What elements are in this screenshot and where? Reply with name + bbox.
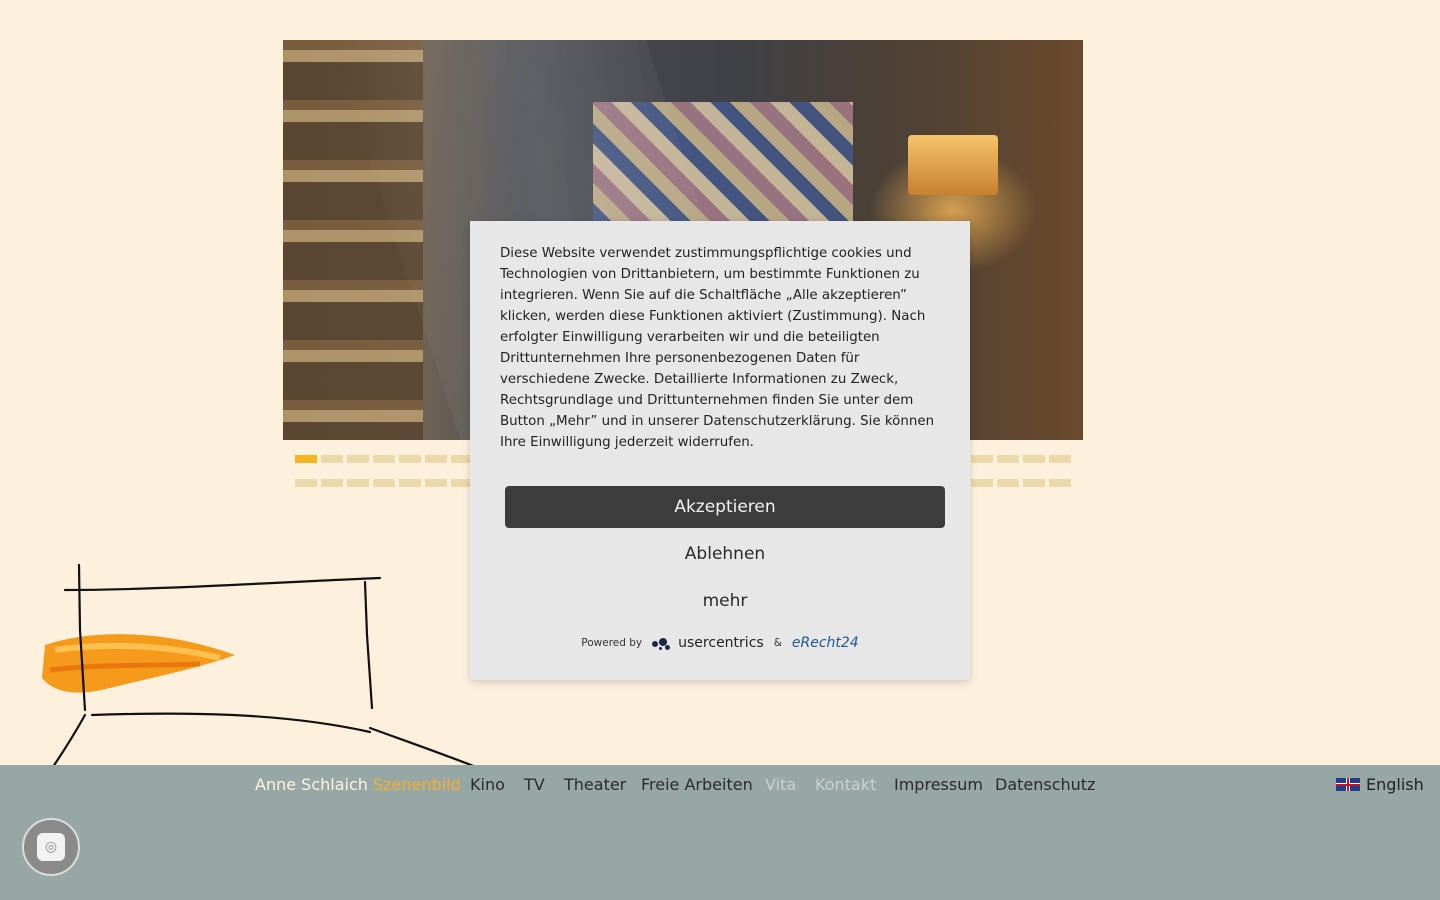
brand-accent: Szenenbild xyxy=(372,775,461,794)
slider-dot[interactable] xyxy=(321,479,343,487)
site-brand[interactable]: Anne Schlaich Szenenbild xyxy=(255,775,461,794)
nav-tv[interactable]: TV xyxy=(524,775,545,794)
slider-dot[interactable] xyxy=(971,479,993,487)
slider-dot[interactable] xyxy=(1023,479,1045,487)
brand-name: Anne Schlaich xyxy=(255,775,368,794)
powered-by-label: Powered by xyxy=(581,637,643,649)
slider-dot[interactable] xyxy=(1049,479,1071,487)
usercentrics-label: usercentrics xyxy=(678,635,764,651)
slider-dot[interactable] xyxy=(347,455,369,463)
nav-vita[interactable]: Vita xyxy=(765,775,796,794)
privacy-settings-button[interactable]: ◎ xyxy=(22,818,80,876)
slider-dot[interactable] xyxy=(295,479,317,487)
fingerprint-icon: ◎ xyxy=(37,833,65,861)
nav-freie-arbeiten[interactable]: Freie Arbeiten xyxy=(641,775,753,794)
nav-theater[interactable]: Theater xyxy=(564,775,626,794)
slider-dot[interactable] xyxy=(1023,455,1045,463)
slider-dot[interactable] xyxy=(997,479,1019,487)
slider-dot[interactable] xyxy=(425,455,447,463)
slider-dot[interactable] xyxy=(997,455,1019,463)
erecht24-logo[interactable]: eRecht24 xyxy=(792,635,859,651)
slider-dot[interactable] xyxy=(321,455,343,463)
slider-dot[interactable] xyxy=(373,455,395,463)
slider-dot[interactable] xyxy=(399,455,421,463)
usercentrics-dots-icon xyxy=(652,636,674,650)
nav-kontakt[interactable]: Kontakt xyxy=(815,775,876,794)
nav-datenschutz[interactable]: Datenschutz xyxy=(995,775,1095,794)
accept-button[interactable]: Akzeptieren xyxy=(505,486,945,528)
more-button[interactable]: mehr xyxy=(505,580,945,622)
slider-dot[interactable] xyxy=(399,479,421,487)
nav-kino[interactable]: Kino xyxy=(470,775,505,794)
erecht24-label: eRecht24 xyxy=(791,635,859,651)
slider-dot[interactable] xyxy=(971,455,993,463)
cookie-consent-dialog: Diese Website verwendet zustimmungspflic… xyxy=(470,221,970,680)
slider-dot[interactable] xyxy=(373,479,395,487)
ampersand: & xyxy=(773,637,782,649)
orange-brushstroke xyxy=(42,634,235,693)
nav-impressum[interactable]: Impressum xyxy=(894,775,983,794)
slider-dot[interactable] xyxy=(1049,455,1071,463)
slider-dot[interactable] xyxy=(347,479,369,487)
uk-flag-icon xyxy=(1336,778,1360,791)
consent-text: Diese Website verwendet zustimmungspflic… xyxy=(500,246,935,450)
decline-button[interactable]: Ablehnen xyxy=(505,533,945,575)
slider-dot[interactable] xyxy=(295,455,317,463)
language-label: English xyxy=(1366,775,1424,794)
usercentrics-logo[interactable]: usercentrics xyxy=(652,635,764,651)
slider-dot[interactable] xyxy=(425,479,447,487)
powered-by: Powered by usercentrics & eRecht24 xyxy=(470,635,970,651)
lamp-graphic xyxy=(908,135,998,195)
language-switch[interactable]: English xyxy=(1336,775,1424,794)
